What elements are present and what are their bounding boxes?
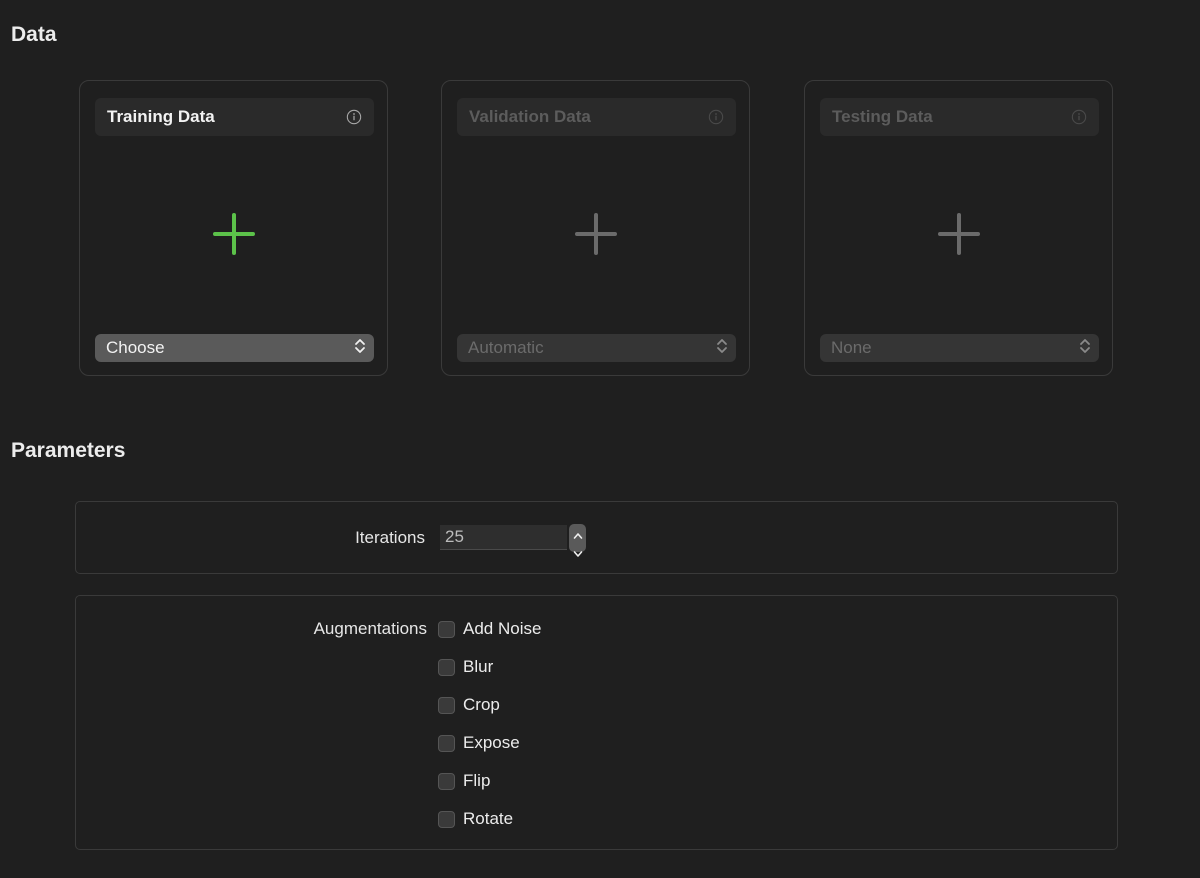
checkbox[interactable]: [438, 810, 455, 828]
info-circle-icon: [708, 109, 724, 125]
checkbox[interactable]: [438, 772, 455, 790]
validation-data-card: Validation Data Automatic: [441, 80, 750, 376]
iterations-panel: Iterations 25: [75, 501, 1118, 574]
checkbox-label: Crop: [463, 695, 500, 714]
checkbox-label: Expose: [463, 733, 520, 752]
checkbox-label: Blur: [463, 657, 494, 676]
checkbox[interactable]: [438, 658, 455, 676]
training-data-card: Training Data Choose: [79, 80, 388, 376]
augmentation-add-noise[interactable]: Add Noise: [438, 618, 541, 640]
up-down-chevron-icon: [716, 337, 728, 360]
validation-data-drop-zone: [442, 203, 749, 269]
data-section-title: Data: [11, 23, 57, 46]
augmentations-panel: Augmentations Add Noise Blur Crop Expose…: [75, 595, 1118, 850]
training-data-drop-zone[interactable]: [80, 203, 387, 269]
training-data-popup-value: Choose: [106, 338, 165, 357]
augmentation-crop[interactable]: Crop: [438, 694, 541, 716]
create-ml-settings: Data Training Data Choose Validation Dat…: [0, 0, 1200, 878]
validation-data-header: Validation Data: [457, 98, 736, 136]
augmentation-flip[interactable]: Flip: [438, 770, 541, 792]
stepper-up-icon[interactable]: [573, 527, 583, 545]
checkbox-label: Flip: [463, 771, 491, 790]
testing-data-card: Testing Data None: [804, 80, 1113, 376]
up-down-chevron-icon: [1079, 337, 1091, 360]
iterations-label: Iterations: [355, 528, 425, 547]
up-down-chevron-icon: [354, 337, 366, 360]
checkbox[interactable]: [438, 734, 455, 752]
validation-data-popup: Automatic: [457, 334, 736, 362]
augmentation-rotate[interactable]: Rotate: [438, 808, 541, 830]
testing-data-popup: None: [820, 334, 1099, 362]
augmentations-list: Add Noise Blur Crop Expose Flip Rotate: [438, 618, 541, 830]
checkbox[interactable]: [438, 620, 455, 638]
training-data-header: Training Data: [95, 98, 374, 136]
iterations-field[interactable]: 25: [440, 525, 567, 550]
testing-data-header: Testing Data: [820, 98, 1099, 136]
info-circle-icon[interactable]: [346, 109, 362, 125]
stepper-down-icon[interactable]: [573, 545, 583, 563]
training-data-title: Training Data: [107, 107, 215, 126]
plus-icon: [211, 211, 257, 262]
plus-icon: [573, 211, 619, 262]
checkbox-label: Add Noise: [463, 619, 542, 638]
plus-icon: [936, 211, 982, 262]
iterations-stepper[interactable]: [569, 524, 586, 557]
info-circle-icon: [1071, 109, 1087, 125]
parameters-section-title: Parameters: [11, 439, 126, 462]
training-data-popup[interactable]: Choose: [95, 334, 374, 362]
testing-data-title: Testing Data: [832, 107, 933, 126]
validation-data-popup-value: Automatic: [468, 338, 544, 357]
augmentation-blur[interactable]: Blur: [438, 656, 541, 678]
validation-data-title: Validation Data: [469, 107, 591, 126]
augmentation-expose[interactable]: Expose: [438, 732, 541, 754]
augmentations-label: Augmentations: [313, 619, 427, 638]
testing-data-drop-zone: [805, 203, 1112, 269]
testing-data-popup-value: None: [831, 338, 872, 357]
checkbox[interactable]: [438, 696, 455, 714]
checkbox-label: Rotate: [463, 809, 514, 828]
